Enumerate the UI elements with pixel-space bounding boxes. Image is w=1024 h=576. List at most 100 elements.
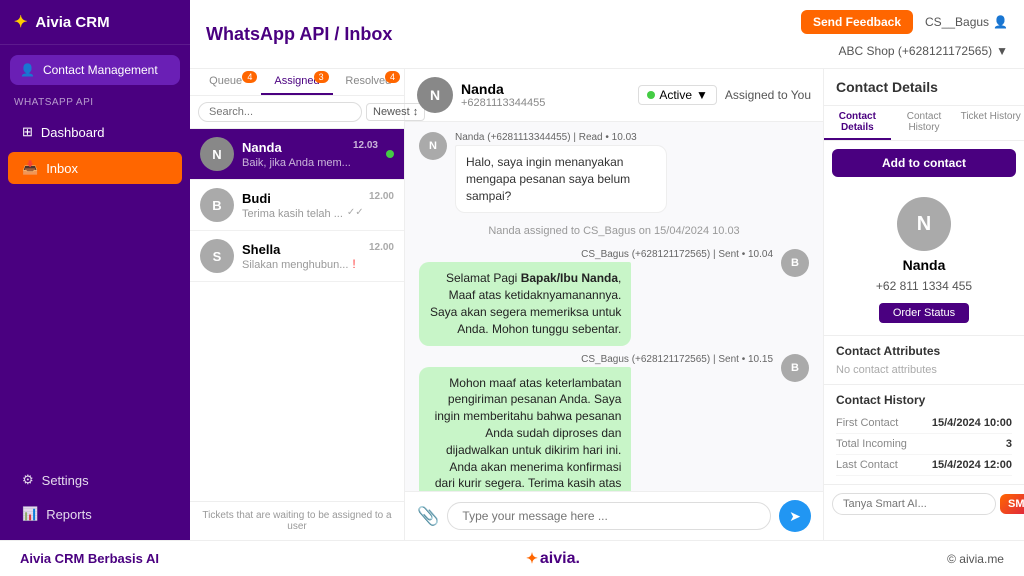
list-item[interactable]: B Budi 12.00 Terima kasih telah ... ✓✓ <box>190 180 404 231</box>
avatar: N <box>419 132 447 160</box>
message-bubble: Mohon maaf atas keterlambatan pengiriman… <box>419 367 631 491</box>
contact-icon: 👤 <box>20 63 35 77</box>
header-top-row: Send Feedback CS__Bagus 👤 <box>801 10 1008 34</box>
status-label: Active <box>659 88 692 102</box>
reports-label: Reports <box>46 507 92 522</box>
avatar: S <box>200 239 234 273</box>
shop-name: ABC Shop (+628121172565) <box>839 44 993 58</box>
chat-messages: N Nanda (+6281113344455) | Read • 10.03 … <box>405 122 823 491</box>
status-badge: Active ▼ <box>638 85 717 105</box>
footer-center-text: aivia. <box>540 550 580 568</box>
contact-management-button[interactable]: 👤 Contact Management <box>10 55 180 85</box>
chat-contact-name: Nanda <box>461 81 545 97</box>
shop-selector[interactable]: ABC Shop (+628121172565) ▼ <box>839 44 1008 58</box>
chevron-down-icon: ▼ <box>996 44 1008 58</box>
reports-icon: 📊 <box>22 506 38 522</box>
conv-name: Shella 12.00 <box>242 242 394 257</box>
conv-info: Shella 12.00 Silakan menghubun... ! <box>242 242 394 271</box>
tab-queue[interactable]: Queue 4 <box>190 69 261 95</box>
whatsapp-api-label: WhatsApp API <box>0 91 190 114</box>
message-sender: CS_Bagus (+628121172565) | Sent • 10.15 <box>419 354 773 365</box>
send-button[interactable]: ➤ <box>779 500 811 532</box>
contact-avatar-section: N Nanda +62 811 1334 455 Order Status <box>824 185 1024 335</box>
list-item[interactable]: N Nanda 12.03 Baik, jika Anda mem... <box>190 129 404 180</box>
status-indicator <box>386 150 394 158</box>
chat-contact-details: Nanda +6281113344455 <box>461 81 545 109</box>
sidebar-item-dashboard[interactable]: ⊞ Dashboard <box>8 116 182 148</box>
conv-preview: Baik, jika Anda mem... <box>242 157 378 169</box>
dashboard-icon: ⊞ <box>22 124 33 140</box>
account-name: CS__Bagus <box>925 15 989 29</box>
sidebar-bottom: ⚙ Settings 📊 Reports <box>0 454 190 540</box>
title-bold: Inbox <box>344 24 392 44</box>
conv-preview: Terima kasih telah ... <box>242 208 343 220</box>
chat-input[interactable] <box>447 502 771 530</box>
chat-input-area: 📎 ➤ <box>405 491 823 540</box>
aivia-smart-input[interactable] <box>832 493 996 515</box>
message-row: N Nanda (+6281113344455) | Read • 10.03 … <box>419 132 809 213</box>
avatar: N <box>200 137 234 171</box>
assigned-label: Assigned to You <box>725 88 811 102</box>
contact-attributes-title: Contact Attributes <box>836 344 1012 358</box>
exclamation-icon: ! <box>352 257 355 271</box>
title-prefix: WhatsApp API / <box>206 24 344 44</box>
message-row: CS_Bagus (+628121172565) | Sent • 10.04 … <box>419 249 809 345</box>
history-row-last-contact: Last Contact 15/4/2024 12:00 <box>836 455 1012 476</box>
aivia-logo-icon: ✦ <box>526 550 538 567</box>
main-area: WhatsApp API / Inbox Send Feedback CS__B… <box>190 0 1024 540</box>
footer-right: © aivia.me <box>947 552 1004 566</box>
conversation-search-bar: Newest ↕ <box>190 96 404 129</box>
queue-badge: 4 <box>242 71 257 83</box>
sidebar-logo-text: Aivia CRM <box>35 14 109 31</box>
aivia-input-row: SMART <box>824 484 1024 523</box>
contact-attributes-empty: No contact attributes <box>836 364 1012 376</box>
sidebar-item-settings[interactable]: ⚙ Settings <box>8 464 182 496</box>
conv-name: Budi 12.00 <box>242 191 394 206</box>
sidebar-logo: ✦ Aivia CRM <box>0 0 190 45</box>
tab-contact-history[interactable]: Contact History <box>891 106 958 140</box>
contact-avatar: N <box>897 197 951 251</box>
add-to-contact-button[interactable]: Add to contact <box>832 149 1016 177</box>
double-check-icon: ✓✓ <box>347 207 364 218</box>
account-icon: 👤 <box>993 15 1008 29</box>
header-right: Send Feedback CS__Bagus 👤 ABC Shop (+628… <box>801 10 1008 58</box>
tab-resolved[interactable]: Resolved 4 <box>333 69 404 95</box>
message-bubble: Halo, saya ingin menanyakan mengapa pesa… <box>455 145 667 213</box>
list-item[interactable]: S Shella 12.00 Silakan menghubun... ! <box>190 231 404 282</box>
tab-assigned[interactable]: Assigned 3 <box>261 69 332 95</box>
contact-panel-tabs: Contact Details Contact History Ticket H… <box>824 106 1024 141</box>
message-sender: Nanda (+6281113344455) | Read • 10.03 <box>455 132 809 143</box>
chat-area: N Nanda +6281113344455 Active ▼ Assigned… <box>405 69 824 540</box>
contact-history-section: Contact History First Contact 15/4/2024 … <box>824 384 1024 484</box>
tab-contact-details[interactable]: Contact Details <box>824 106 891 140</box>
status-chevron-icon: ▼ <box>696 88 708 102</box>
account-info: CS__Bagus 👤 <box>925 15 1008 29</box>
conversation-tabs: Queue 4 Assigned 3 Resolved 4 <box>190 69 404 96</box>
conversation-list: Queue 4 Assigned 3 Resolved 4 New <box>190 69 405 540</box>
message-content: CS_Bagus (+628121172565) | Sent • 10.04 … <box>419 249 773 345</box>
avatar: B <box>781 249 809 277</box>
contact-attributes-section: Contact Attributes No contact attributes <box>824 335 1024 384</box>
smart-button[interactable]: SMART <box>1000 494 1024 514</box>
conv-info: Nanda 12.03 Baik, jika Anda mem... <box>242 140 378 169</box>
contact-history-title: Contact History <box>836 393 1012 407</box>
search-input[interactable] <box>198 102 362 122</box>
settings-label: Settings <box>42 473 89 488</box>
contact-panel: Contact Details Contact Details Contact … <box>824 69 1024 540</box>
message-row: CS_Bagus (+628121172565) | Sent • 10.15 … <box>419 354 809 491</box>
contact-phone: +62 811 1334 455 <box>876 279 972 293</box>
system-message: Nanda assigned to CS_Bagus on 15/04/2024… <box>419 221 809 241</box>
order-status-button[interactable]: Order Status <box>879 303 969 323</box>
attach-icon[interactable]: 📎 <box>417 506 439 527</box>
sidebar-item-inbox[interactable]: 📥 Inbox <box>8 152 182 184</box>
tab-ticket-history[interactable]: Ticket History <box>957 106 1024 140</box>
contact-name: Nanda <box>903 257 946 273</box>
sidebar-dashboard-label: Dashboard <box>41 125 105 140</box>
message-content: CS_Bagus (+628121172565) | Sent • 10.15 … <box>419 354 773 491</box>
conv-preview: Silakan menghubun... <box>242 259 348 271</box>
send-feedback-button[interactable]: Send Feedback <box>801 10 913 34</box>
avatar: N <box>417 77 453 113</box>
sidebar-item-reports[interactable]: 📊 Reports <box>8 498 182 530</box>
chat-header-actions: Active ▼ Assigned to You <box>638 85 811 105</box>
main-header: WhatsApp API / Inbox Send Feedback CS__B… <box>190 0 1024 69</box>
